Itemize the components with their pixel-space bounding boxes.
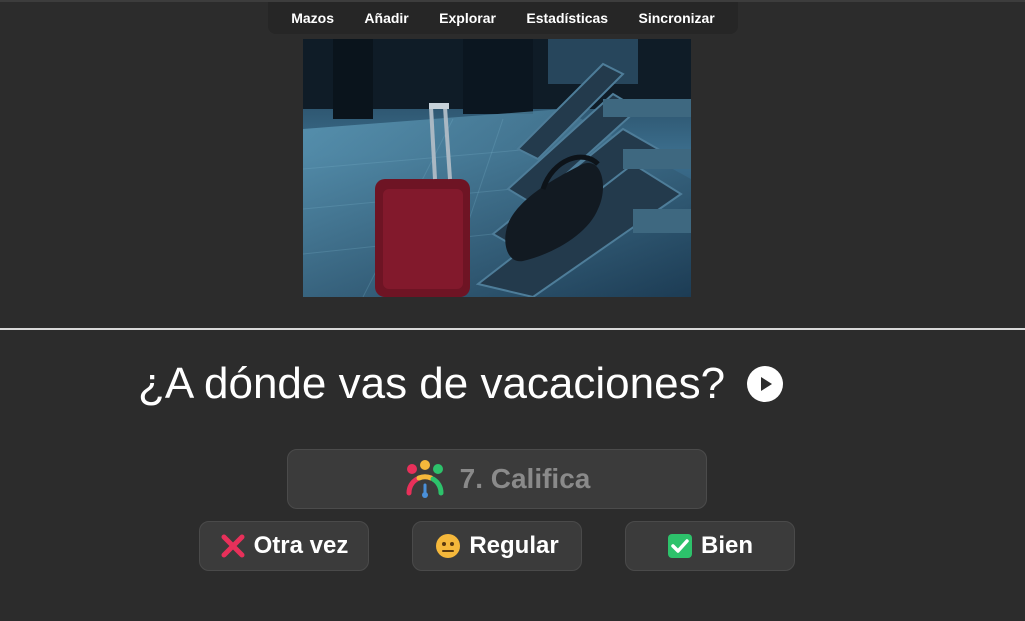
rating-bar: 7. Califica xyxy=(287,449,707,509)
card-divider xyxy=(0,328,1025,330)
hard-button[interactable]: Regular xyxy=(412,521,582,571)
card-question: ¿A dónde vas de vacaciones? xyxy=(138,354,784,414)
nav-add[interactable]: Añadir xyxy=(364,10,408,26)
question-text: ¿A dónde vas de vacaciones? xyxy=(138,359,726,408)
nav-browse[interactable]: Explorar xyxy=(439,10,496,26)
again-button[interactable]: Otra vez xyxy=(199,521,369,571)
hard-label: Regular xyxy=(469,532,559,559)
nav-decks[interactable]: Mazos xyxy=(291,10,334,26)
rating-gauge-icon xyxy=(404,459,446,499)
good-button[interactable]: Bien xyxy=(625,521,795,571)
nav-sync[interactable]: Sincronizar xyxy=(639,10,715,26)
red-x-icon xyxy=(220,533,246,559)
again-label: Otra vez xyxy=(253,532,349,559)
airport-luggage-photo xyxy=(303,39,691,297)
nav-stats[interactable]: Estadísticas xyxy=(526,10,608,26)
play-icon xyxy=(761,377,773,391)
good-label: Bien xyxy=(700,532,753,559)
neutral-face-icon xyxy=(435,533,461,559)
check-box-icon xyxy=(667,533,693,559)
card-image xyxy=(303,39,691,297)
top-nav: Mazos Añadir Explorar Estadísticas Sincr… xyxy=(268,2,738,34)
play-audio-button[interactable] xyxy=(747,366,784,402)
rating-label: 7. Califica xyxy=(459,463,591,494)
